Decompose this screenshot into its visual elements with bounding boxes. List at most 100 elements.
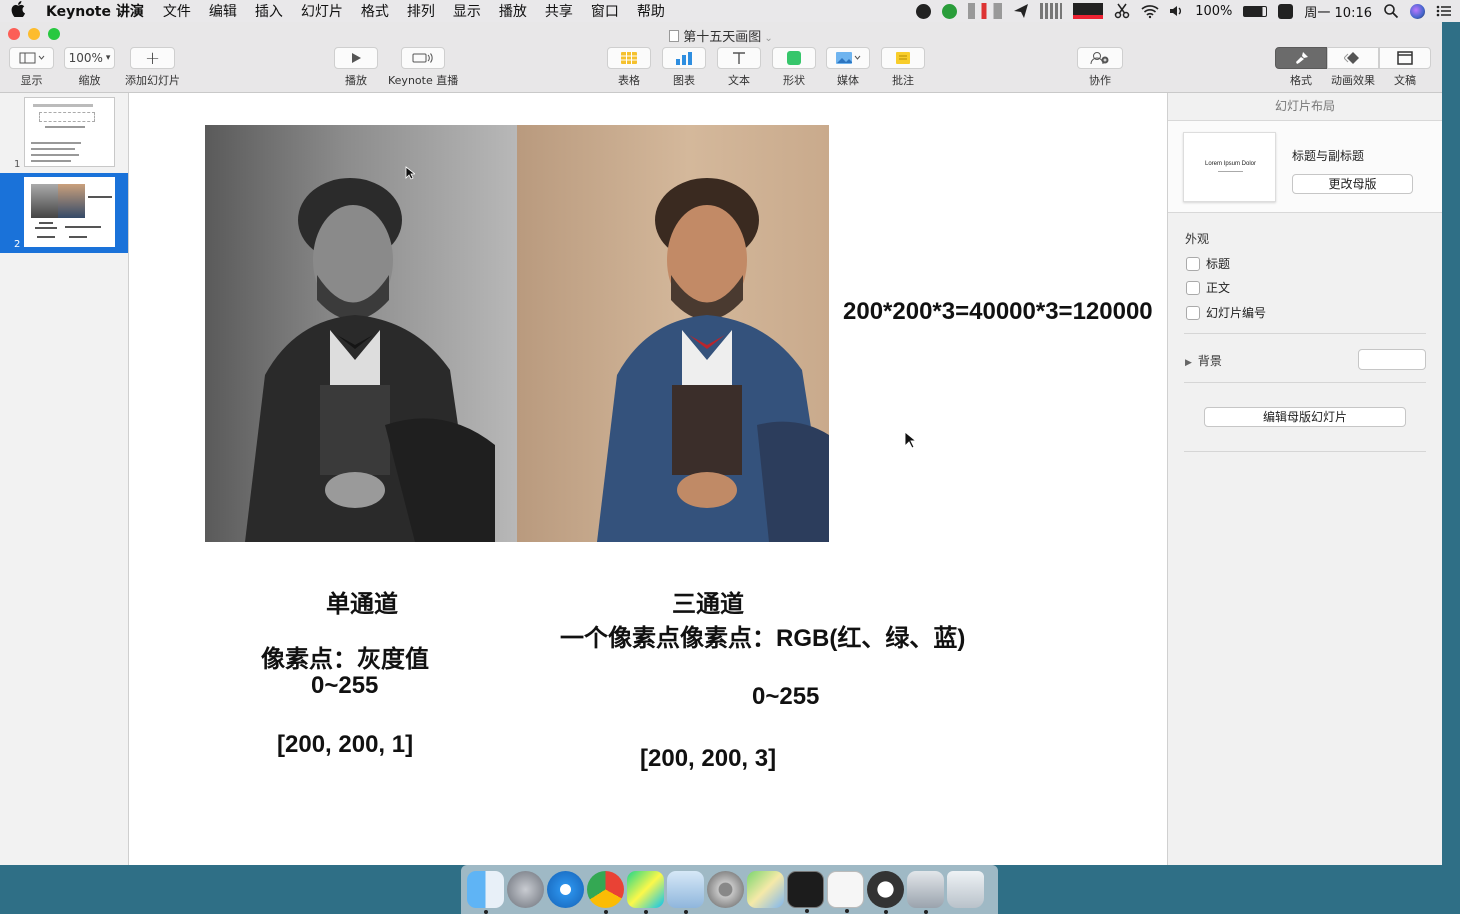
- checkbox-box[interactable]: [1186, 305, 1200, 320]
- format-inspector-button[interactable]: 格式: [1275, 47, 1327, 88]
- menu-edit[interactable]: 编辑: [200, 1, 246, 21]
- keynote-icon[interactable]: [667, 871, 704, 914]
- play-button[interactable]: 播放: [334, 47, 378, 88]
- chart-button[interactable]: 图表: [662, 47, 706, 88]
- obs-icon[interactable]: [867, 871, 904, 914]
- media-icon: [826, 47, 870, 69]
- menu-view[interactable]: 显示: [444, 1, 490, 21]
- window-title-bar: 第十五天画图 ⌄: [0, 26, 1442, 45]
- menu-play[interactable]: 播放: [490, 1, 536, 21]
- layout-preview[interactable]: Lorem Ipsum Dolor: [1183, 132, 1276, 202]
- media-button[interactable]: 媒体: [826, 47, 870, 88]
- slide-thumbnail-row-selected[interactable]: 2: [0, 173, 128, 253]
- body-checkbox[interactable]: 正文: [1186, 279, 1230, 296]
- single-channel-range[interactable]: 0~255: [311, 672, 378, 700]
- pycharm-icon[interactable]: [627, 871, 664, 914]
- menu-format[interactable]: 格式: [352, 1, 398, 21]
- single-channel-title[interactable]: 单通道: [326, 584, 398, 619]
- maps-icon[interactable]: [747, 871, 784, 908]
- text-label: 文本: [728, 74, 750, 87]
- menu-share[interactable]: 共享: [536, 1, 582, 21]
- collaborate-button[interactable]: 协作: [1077, 47, 1123, 88]
- menu-arrange[interactable]: 排列: [398, 1, 444, 21]
- slide-thumbnail[interactable]: [24, 177, 115, 247]
- slide-thumbnail-row[interactable]: 1: [0, 93, 128, 173]
- pixel-count-formula[interactable]: 200*200*3=40000*3=120000: [843, 298, 1153, 326]
- collaborate-label: 协作: [1089, 74, 1111, 87]
- change-master-button[interactable]: 更改母版: [1292, 174, 1413, 194]
- document-inspector-button[interactable]: 文稿: [1379, 47, 1431, 88]
- slide-canvas[interactable]: 200*200*3=40000*3=120000 单通道 像素点：灰度值 0~2…: [129, 93, 1167, 865]
- finder-icon[interactable]: [467, 871, 504, 914]
- memory-meter-icon[interactable]: [968, 3, 1003, 19]
- triple-channel-shape[interactable]: [200, 200, 3]: [640, 745, 776, 773]
- keynote-live-button[interactable]: Keynote 直播: [388, 47, 458, 88]
- title-chevron-down-icon[interactable]: ⌄: [764, 33, 772, 44]
- menu-file[interactable]: 文件: [154, 1, 200, 21]
- slide-number-checkbox[interactable]: 幻灯片编号: [1186, 304, 1266, 321]
- chrome-icon[interactable]: [587, 871, 624, 914]
- status-app-icon[interactable]: [916, 3, 932, 19]
- window-title[interactable]: 第十五天画图: [683, 30, 761, 45]
- safari-icon[interactable]: [547, 871, 584, 908]
- menu-slide[interactable]: 幻灯片: [292, 1, 352, 21]
- format-label: 格式: [1290, 74, 1312, 87]
- system-preferences-icon[interactable]: [707, 871, 744, 908]
- spotlight-search-icon[interactable]: [1383, 3, 1399, 19]
- slide-number: 2: [14, 239, 21, 250]
- status-s-icon[interactable]: [1278, 3, 1294, 19]
- clock[interactable]: 周一 10:16: [1304, 2, 1372, 21]
- table-label: 表格: [618, 74, 640, 87]
- single-channel-shape[interactable]: [200, 200, 1]: [277, 731, 413, 759]
- wifi-icon[interactable]: [1141, 3, 1159, 19]
- background-disclosure[interactable]: ▶ 背景: [1185, 352, 1222, 369]
- body-checkbox-label: 正文: [1206, 281, 1231, 295]
- typora-icon[interactable]: [827, 871, 864, 913]
- zoom-toolbar-button[interactable]: 100% ▾ 缩放: [64, 47, 115, 88]
- notification-center-icon[interactable]: [1436, 3, 1452, 19]
- terminal-icon[interactable]: [787, 871, 824, 913]
- menu-window[interactable]: 窗口: [582, 1, 628, 21]
- play-icon: [334, 47, 378, 69]
- battery-percent: 100%: [1195, 3, 1233, 19]
- send-icon[interactable]: [1013, 3, 1029, 19]
- edit-master-slide-button[interactable]: 编辑母版幻灯片: [1204, 407, 1406, 427]
- trash-icon[interactable]: [947, 871, 984, 908]
- mouse-pointer-icon: [405, 166, 415, 180]
- view-toolbar-button[interactable]: 显示: [9, 47, 54, 88]
- single-channel-pixel-label[interactable]: 像素点：灰度值: [261, 639, 429, 674]
- table-button[interactable]: 表格: [607, 47, 651, 88]
- background-color-well[interactable]: [1358, 349, 1426, 370]
- apple-menu-icon[interactable]: [0, 1, 36, 21]
- animate-inspector-button[interactable]: 动画效果: [1327, 47, 1379, 88]
- app-name-menu[interactable]: Keynote 讲演: [36, 1, 154, 21]
- title-checkbox[interactable]: 标题: [1186, 255, 1230, 272]
- triple-channel-pixel-label[interactable]: 一个像素点像素点：RGB(红、绿、蓝): [560, 618, 965, 653]
- shape-button[interactable]: 形状: [772, 47, 816, 88]
- slide-thumbnail[interactable]: [24, 97, 115, 167]
- scissors-icon[interactable]: [1114, 3, 1130, 19]
- triple-channel-title[interactable]: 三通道: [672, 584, 744, 619]
- lincoln-portrait-image[interactable]: [205, 125, 829, 542]
- screenshot-icon[interactable]: [907, 871, 944, 914]
- network-graph-icon[interactable]: [1073, 3, 1104, 19]
- checkbox-box[interactable]: [1186, 256, 1200, 271]
- comment-button[interactable]: 批注: [881, 47, 925, 88]
- volume-icon[interactable]: [1168, 3, 1184, 19]
- add-slide-button[interactable]: + 添加幻灯片: [125, 47, 180, 88]
- launchpad-icon[interactable]: [507, 871, 544, 908]
- checkbox-box[interactable]: [1186, 280, 1200, 295]
- cpu-meter-icon[interactable]: [1040, 3, 1063, 19]
- keynote-window: 第十五天画图 ⌄ 显示 100% ▾ 缩放 + 添加幻灯片 播放 Keynote…: [0, 22, 1442, 865]
- triple-channel-range[interactable]: 0~255: [752, 683, 819, 711]
- menu-insert[interactable]: 插入: [246, 1, 292, 21]
- battery-icon[interactable]: [1243, 5, 1268, 17]
- text-button[interactable]: 文本: [717, 47, 761, 88]
- menu-help[interactable]: 帮助: [628, 1, 674, 21]
- status-sync-icon[interactable]: [942, 3, 958, 19]
- zoom-select[interactable]: 100% ▾: [64, 47, 115, 69]
- siri-icon[interactable]: [1410, 3, 1425, 19]
- media-label: 媒体: [837, 74, 859, 87]
- layout-preview-title: Lorem Ipsum Dolor: [1204, 161, 1257, 167]
- slide-number: 1: [14, 159, 21, 170]
